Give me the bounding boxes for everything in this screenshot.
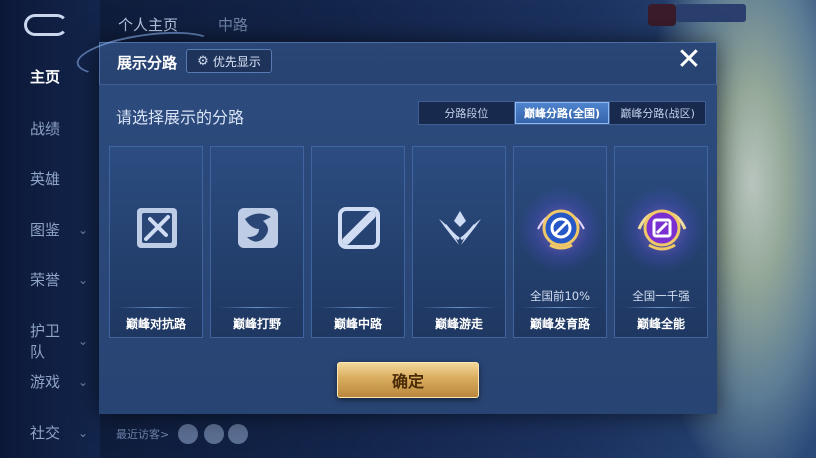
top-status-badge bbox=[676, 4, 746, 22]
tab-lane-rank[interactable]: 分路段位 bbox=[419, 102, 515, 124]
divider bbox=[118, 307, 194, 308]
sidebar-item[interactable]: 游戏 ⌄ bbox=[0, 371, 100, 392]
recent-visitors[interactable]: 最近访客> bbox=[116, 426, 169, 442]
lane-label: 巅峰打野 bbox=[232, 317, 281, 331]
lane-mode-segmented-control: 分路段位 巅峰分路(全国) 巅峰分路(战区) bbox=[418, 101, 706, 125]
sidebar-item[interactable]: 护卫队 ⌄ bbox=[0, 320, 100, 362]
lane-card-allround[interactable]: 全国一千强 巅峰全能 bbox=[614, 146, 708, 338]
divider bbox=[522, 307, 598, 308]
sidebar-item-label: 主页 bbox=[30, 68, 61, 86]
lane-card-jungle[interactable]: 巅峰打野 bbox=[210, 146, 304, 338]
lane-label: 巅峰中路 bbox=[333, 317, 382, 331]
lane-label: 巅峰游走 bbox=[434, 317, 483, 331]
lane-card-roam[interactable]: 巅峰游走 bbox=[412, 146, 506, 338]
visitor-avatar[interactable] bbox=[204, 424, 224, 444]
chevron-down-icon: ⌄ bbox=[77, 222, 88, 237]
divider bbox=[623, 307, 699, 308]
tab-peak-lane-national[interactable]: 巅峰分路(全国) bbox=[514, 102, 611, 124]
sidebar-item-label: 游戏 bbox=[30, 373, 61, 391]
dragon-icon bbox=[238, 208, 278, 248]
divider bbox=[219, 307, 295, 308]
sidebar-item[interactable]: 社交 ⌄ bbox=[0, 422, 100, 443]
purple-medal-icon bbox=[637, 209, 687, 251]
sidebar-item-label: 英雄 bbox=[30, 170, 61, 188]
chevron-down-icon: ⌄ bbox=[77, 425, 88, 440]
notification-icon[interactable] bbox=[648, 4, 676, 26]
lane-rank-text: 全国前10% bbox=[529, 289, 591, 303]
lane-card-farm[interactable]: 全国前10% 巅峰发育路 bbox=[513, 146, 607, 338]
priority-display-button[interactable]: ⚙ 优先显示 bbox=[186, 49, 272, 73]
sidebar-item-label: 护卫队 bbox=[30, 322, 61, 361]
sidebar-item-label: 图鉴 bbox=[30, 221, 61, 239]
wings-icon bbox=[439, 211, 481, 245]
mid-lane-icon bbox=[338, 207, 380, 249]
back-icon[interactable] bbox=[24, 14, 68, 36]
tab-peak-lane-region[interactable]: 巅峰分路(战区) bbox=[610, 102, 705, 124]
chevron-down-icon: ⌄ bbox=[77, 374, 88, 389]
visitor-avatar[interactable] bbox=[228, 424, 248, 444]
dialog-title: 展示分路 bbox=[117, 54, 178, 72]
sidebar-item[interactable]: 图鉴 ⌄ bbox=[0, 219, 100, 240]
lane-label: 巅峰对抗路 bbox=[125, 317, 186, 331]
close-icon[interactable]: ✕ bbox=[672, 44, 706, 78]
sidebar-item-label: 社交 bbox=[30, 424, 61, 442]
lane-card-top[interactable]: 巅峰对抗路 bbox=[109, 146, 203, 338]
priority-display-label: 优先显示 bbox=[212, 54, 261, 69]
divider bbox=[421, 307, 497, 308]
sidebar-item-label: 战绩 bbox=[30, 120, 61, 138]
sword-lane-icon bbox=[137, 208, 177, 248]
lane-label: 巅峰全能 bbox=[636, 317, 685, 331]
visitor-avatar[interactable] bbox=[178, 424, 198, 444]
select-lane-prompt: 请选择展示的分路 bbox=[116, 108, 245, 127]
lane-label: 巅峰发育路 bbox=[529, 317, 590, 331]
lane-rank-text: 全国一千强 bbox=[632, 289, 690, 303]
lane-cards: 巅峰对抗路 巅峰打野 巅峰中路 巅峰游走 全国前10% 巅峰发育路 全国一千强 … bbox=[109, 146, 708, 338]
tab-lane[interactable]: 中路 bbox=[218, 14, 248, 35]
confirm-button[interactable]: 确定 bbox=[337, 362, 479, 398]
gear-icon: ⚙ bbox=[197, 53, 209, 69]
lane-card-mid[interactable]: 巅峰中路 bbox=[311, 146, 405, 338]
sidebar-item[interactable]: 战绩 bbox=[0, 118, 100, 139]
chevron-down-icon: ⌄ bbox=[77, 334, 88, 348]
blue-medal-icon bbox=[537, 209, 585, 250]
sidebar-item[interactable]: 荣誉 ⌄ bbox=[0, 269, 100, 290]
divider bbox=[320, 307, 396, 308]
sidebar-item-label: 荣誉 bbox=[30, 271, 61, 289]
sidebar-item[interactable]: 英雄 bbox=[0, 168, 100, 189]
chevron-down-icon: ⌄ bbox=[77, 272, 88, 287]
